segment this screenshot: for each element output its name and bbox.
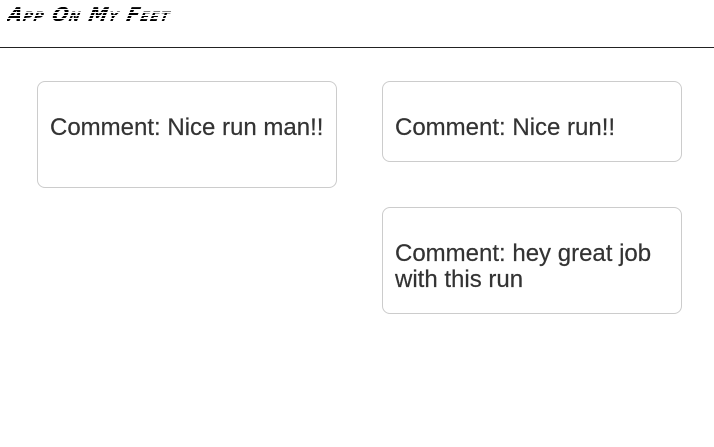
comment-card: Comment: hey great job with this run [382, 207, 682, 314]
comment-text: Comment: Nice run!! [395, 114, 616, 141]
comment-card: Comment: Nice run man!! [37, 81, 337, 188]
top-header: App On My Feet [0, 0, 714, 48]
comment-card: Comment: Nice run!! [382, 81, 682, 162]
comment-text: Comment: hey great job with this run [395, 240, 652, 293]
app-logo[interactable]: App On My Feet [5, 4, 173, 26]
logo-text: App On My Feet [5, 4, 173, 26]
comment-text: Comment: Nice run man!! [50, 114, 324, 141]
